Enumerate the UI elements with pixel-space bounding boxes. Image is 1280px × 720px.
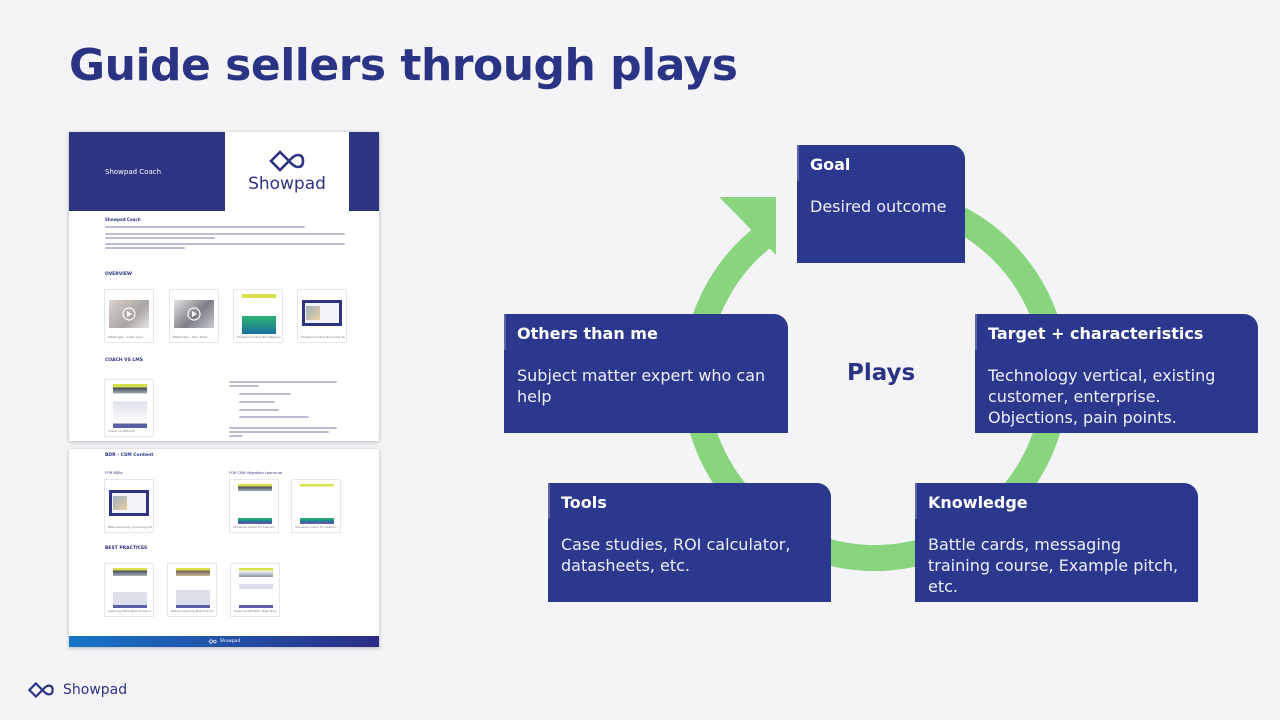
footer-brand-name: Showpad (63, 682, 128, 698)
step-heading: Goal (810, 155, 851, 174)
step-description: Technology vertical, existing customer, … (988, 366, 1216, 427)
step-heading: Tools (561, 493, 607, 512)
step-box-target: Target + characteristics Technology vert… (975, 314, 1258, 433)
step-description: Battle cards, messaging training course,… (928, 535, 1179, 596)
step-heading: Others than me (517, 324, 658, 343)
showpad-logo-icon (27, 682, 54, 698)
step-box-knowledge: Knowledge Battle cards, messaging traini… (915, 483, 1198, 602)
step-description: Subject matter expert who can help (517, 366, 766, 406)
step-heading: Knowledge (928, 493, 1028, 512)
step-heading: Target + characteristics (988, 324, 1204, 343)
step-box-others-than-me: Others than me Subject matter expert who… (504, 314, 788, 433)
footer-brand: Showpad (25, 682, 127, 698)
step-box-tools: Tools Case studies, ROI calculator, data… (548, 483, 831, 602)
cycle-center-label: Plays (847, 360, 916, 386)
step-description: Desired outcome (810, 197, 947, 216)
step-box-goal: Goal Desired outcome (797, 145, 965, 263)
step-description: Case studies, ROI calculator, datasheets… (561, 535, 791, 575)
